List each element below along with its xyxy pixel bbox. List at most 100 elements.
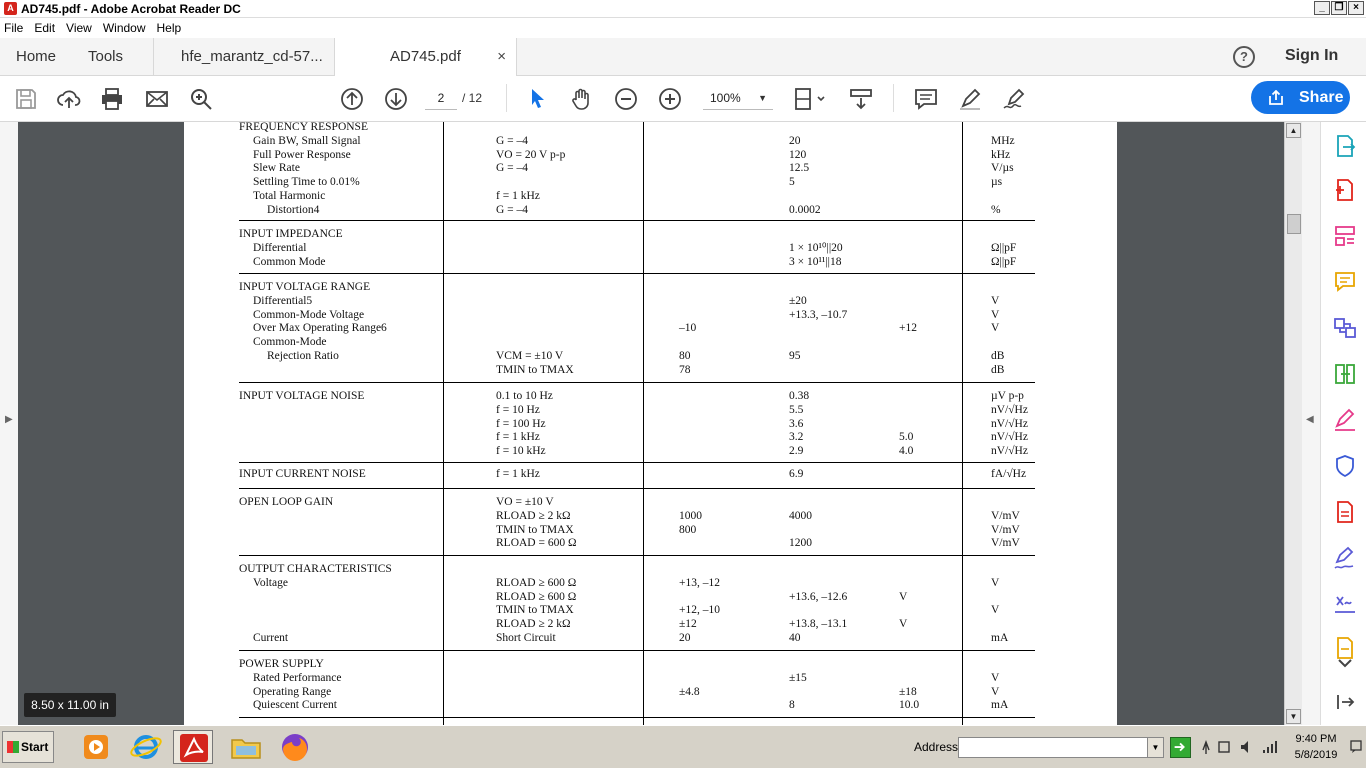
organize-pages-icon[interactable]: [1333, 362, 1357, 386]
email-icon[interactable]: [144, 86, 170, 112]
next-page-icon[interactable]: [383, 86, 409, 112]
spec-unit: nV/√Hz: [991, 431, 1028, 444]
spec-unit: V/mV: [991, 523, 1020, 536]
spec-typ: ±15: [789, 671, 807, 684]
spec-unit: V/µs: [991, 162, 1014, 175]
page-number-input[interactable]: 2: [425, 86, 457, 110]
scroll-down-arrow[interactable]: ▼: [1286, 709, 1301, 724]
fill-sign-icon[interactable]: [1333, 408, 1357, 432]
notification-icon[interactable]: [1350, 740, 1362, 754]
menu-file[interactable]: File: [4, 21, 23, 35]
create-pdf-icon[interactable]: [1333, 178, 1357, 202]
minimize-button[interactable]: _: [1314, 1, 1330, 15]
media-player-icon[interactable]: [76, 730, 116, 764]
sign-pen-icon[interactable]: [1001, 86, 1027, 112]
spec-cond: G = –4: [496, 162, 529, 175]
section-title: POWER SUPPLY: [239, 658, 324, 670]
firefox-icon[interactable]: [275, 730, 315, 764]
vertical-scrollbar[interactable]: ▲ ▼: [1284, 122, 1302, 725]
collapse-pane-icon[interactable]: [1333, 690, 1357, 714]
zoom-in-icon[interactable]: [657, 86, 683, 112]
system-clock[interactable]: 9:40 PM 5/8/2019: [1288, 731, 1344, 763]
save-icon[interactable]: [13, 86, 39, 112]
toolbar-divider: [506, 84, 507, 112]
zoom-level-select[interactable]: 100% ▼: [703, 86, 773, 110]
spec-unit: V: [991, 685, 1000, 698]
spec-cond: G = –4: [496, 203, 529, 216]
file-explorer-icon[interactable]: [226, 730, 266, 764]
collapse-right-panel-icon[interactable]: ◀: [1306, 414, 1314, 425]
spec-cond: TMIN to TMAX: [496, 363, 574, 376]
upload-cloud-icon[interactable]: [56, 86, 82, 112]
help-icon[interactable]: ?: [1233, 46, 1255, 68]
scroll-mode-icon[interactable]: [848, 86, 874, 112]
spec-min: ±4.8: [679, 685, 700, 698]
comment-tool-icon[interactable]: [1333, 270, 1357, 294]
section-title: INPUT VOLTAGE RANGE: [239, 281, 371, 293]
spec-unit: V: [991, 604, 1000, 617]
tab-home[interactable]: Home: [16, 38, 56, 76]
restore-button[interactable]: ❐: [1331, 1, 1347, 15]
left-panel-toggle[interactable]: ▶: [0, 122, 18, 725]
export-pdf-icon[interactable]: [1333, 134, 1357, 158]
spec-min: 80: [679, 350, 691, 362]
tab-document-hfe-marantz[interactable]: hfe_marantz_cd-57...: [153, 38, 334, 76]
spec-typ: 3.2: [789, 431, 804, 444]
close-window-button[interactable]: ×: [1348, 1, 1364, 15]
send-for-signature-icon[interactable]: [1333, 546, 1357, 570]
spec-cond: RLOAD = 600 Ω: [496, 537, 577, 550]
expand-left-panel-icon[interactable]: ▶: [5, 414, 13, 425]
certificates-icon[interactable]: [1333, 592, 1357, 616]
address-label: Address: [914, 740, 959, 754]
scroll-up-arrow[interactable]: ▲: [1286, 123, 1301, 138]
network-device-icon: [1218, 741, 1230, 753]
zoom-out-icon[interactable]: [613, 86, 639, 112]
sign-in-button[interactable]: Sign In: [1285, 47, 1338, 65]
chevron-down-icon[interactable]: ▼: [1147, 738, 1163, 757]
spec-cond: f = 1 kHz: [496, 190, 540, 202]
go-arrow-icon[interactable]: [1170, 737, 1191, 758]
spec-max: V: [899, 618, 908, 631]
close-tab-icon[interactable]: ×: [497, 38, 506, 76]
highlight-pen-icon[interactable]: [957, 86, 983, 112]
tab-document-ad745[interactable]: AD745.pdf ×: [334, 38, 517, 77]
menu-window[interactable]: Window: [103, 21, 146, 35]
menu-help[interactable]: Help: [157, 21, 182, 35]
internet-explorer-icon[interactable]: [126, 730, 166, 764]
spec-min: ±12: [679, 618, 697, 631]
print-icon[interactable]: [99, 86, 125, 112]
spec-unit: dB: [991, 350, 1005, 362]
share-label: Share: [1299, 89, 1344, 106]
spec-min: 78: [679, 363, 691, 376]
spec-cond: RLOAD ≥ 2 kΩ: [496, 618, 571, 631]
signal-strength-icon: [1263, 741, 1277, 753]
optimize-pdf-icon[interactable]: [1333, 500, 1357, 524]
share-button[interactable]: Share: [1251, 81, 1350, 114]
tab-tools[interactable]: Tools: [88, 38, 123, 76]
acrobat-reader-taskbar-icon[interactable]: [173, 730, 213, 764]
hand-tool-icon[interactable]: [569, 86, 595, 112]
scrollbar-thumb[interactable]: [1287, 214, 1301, 234]
spec-cond: G = –4: [496, 134, 529, 147]
protect-shield-icon[interactable]: [1333, 454, 1357, 478]
spec-typ: 3.6: [789, 417, 804, 430]
chevron-down-icon[interactable]: [1333, 656, 1357, 672]
spec-parameter: Voltage: [253, 576, 288, 589]
spec-max: 5.0: [899, 431, 914, 444]
edit-pdf-icon[interactable]: [1333, 224, 1357, 248]
previous-page-icon[interactable]: [339, 86, 365, 112]
spec-typ: 4000: [789, 509, 812, 522]
address-input[interactable]: ▼: [958, 737, 1164, 758]
spec-parameter: Quiescent Current: [253, 699, 337, 712]
menu-edit[interactable]: Edit: [34, 21, 55, 35]
fit-page-icon[interactable]: [792, 86, 828, 112]
right-panel-toggle[interactable]: ◀: [1302, 122, 1320, 725]
select-cursor-icon[interactable]: [525, 86, 551, 112]
spec-unit: nV/√Hz: [991, 445, 1028, 458]
menu-view[interactable]: View: [66, 21, 92, 35]
combine-files-icon[interactable]: [1333, 316, 1357, 340]
spec-typ: 0.38: [789, 390, 810, 402]
comment-icon[interactable]: [913, 86, 939, 112]
start-button[interactable]: Start: [2, 731, 54, 763]
search-icon[interactable]: [188, 86, 214, 112]
